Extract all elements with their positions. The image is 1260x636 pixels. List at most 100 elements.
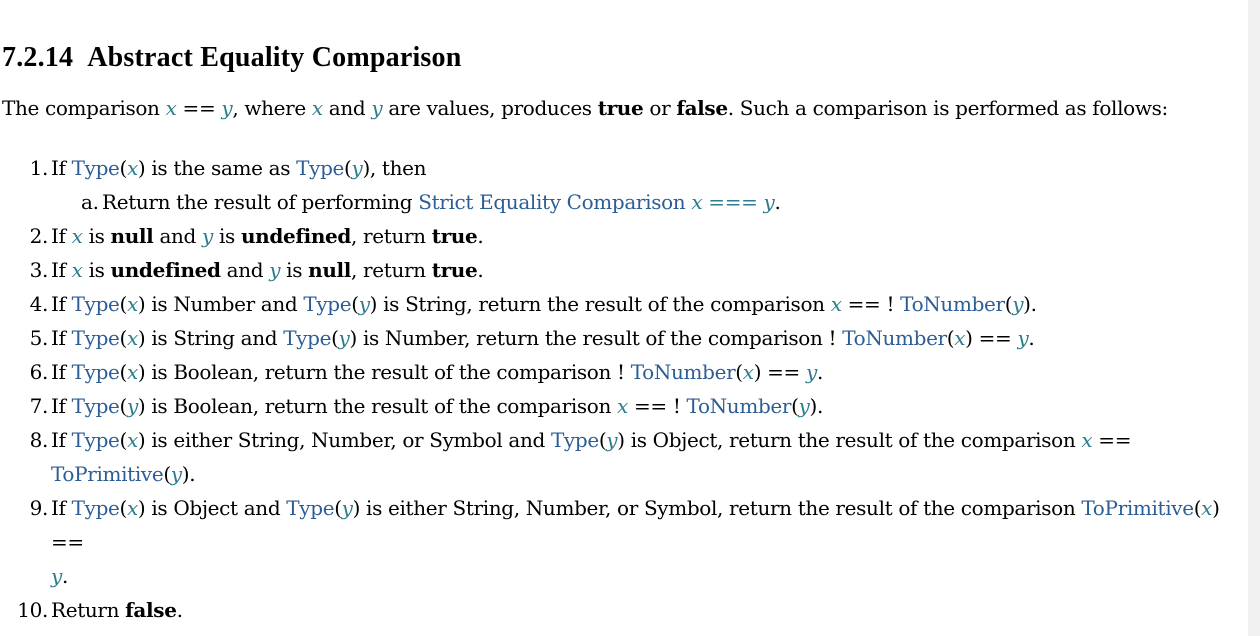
keyword-null: null: [110, 224, 154, 248]
step-text: is Number and: [145, 292, 304, 316]
toprimitive-link[interactable]: ToPrimitive: [1081, 496, 1194, 520]
step-text: is Boolean, return the result of the com…: [145, 360, 631, 384]
paren: (: [334, 496, 342, 520]
step-text: .: [61, 564, 68, 588]
var-x[interactable]: x: [1081, 428, 1092, 452]
tonumber-link[interactable]: ToNumber: [900, 292, 1005, 316]
step-text: is the same as: [145, 156, 297, 180]
step-text: , then: [369, 156, 427, 180]
var-x[interactable]: x: [72, 258, 83, 282]
paren: ): [965, 326, 973, 350]
strict-equality-link[interactable]: Strict Equality Comparison: [418, 190, 685, 214]
var-x[interactable]: x: [954, 326, 965, 350]
keyword-undefined: undefined: [240, 224, 352, 248]
step-number: 10.: [17, 598, 48, 622]
step-7: 7. If Type(y) is Boolean, return the resu…: [2, 389, 1232, 423]
step-text: .: [1028, 326, 1035, 350]
step-text: , return: [351, 224, 432, 248]
var-y[interactable]: y: [764, 190, 775, 214]
type-link[interactable]: Type: [296, 156, 344, 180]
step-5: 5. If Type(x) is String and Type(y) is Nu…: [2, 321, 1232, 355]
var-y[interactable]: y: [1017, 326, 1028, 350]
var-y[interactable]: y: [371, 96, 382, 120]
var-y[interactable]: y: [51, 564, 62, 588]
var-y[interactable]: y: [606, 428, 617, 452]
intro-text: or: [643, 96, 677, 120]
type-link[interactable]: Type: [72, 156, 120, 180]
var-y[interactable]: y: [359, 292, 370, 316]
paren: (: [791, 394, 799, 418]
step-text: .: [816, 394, 823, 418]
var-x[interactable]: x: [127, 496, 138, 520]
step-text: is String, return the result of the comp…: [377, 292, 831, 316]
keyword-true: true: [431, 224, 478, 248]
paren: ): [349, 326, 357, 350]
var-x[interactable]: x: [166, 96, 177, 120]
keyword-false: false: [676, 96, 728, 120]
var-x[interactable]: x: [127, 156, 138, 180]
var-y[interactable]: y: [221, 96, 232, 120]
var-x[interactable]: x: [312, 96, 323, 120]
operator: == !: [841, 292, 901, 316]
type-link[interactable]: Type: [303, 292, 351, 316]
step-text: is Object, return the result of the comp…: [624, 428, 1082, 452]
var-x[interactable]: x: [831, 292, 842, 316]
var-y[interactable]: y: [799, 394, 810, 418]
type-link[interactable]: Type: [72, 394, 120, 418]
var-y[interactable]: y: [171, 462, 182, 486]
var-x[interactable]: x: [127, 360, 138, 384]
step-text: is either String, Number, or Symbol, ret…: [360, 496, 1082, 520]
var-x[interactable]: x: [1201, 496, 1212, 520]
type-link[interactable]: Type: [72, 428, 120, 452]
var-x[interactable]: x: [743, 360, 754, 384]
intro-text: are values, produces: [382, 96, 598, 120]
operator: ==: [1092, 428, 1132, 452]
type-link[interactable]: Type: [72, 326, 120, 350]
toprimitive-link[interactable]: ToPrimitive: [51, 462, 164, 486]
tonumber-link[interactable]: ToNumber: [842, 326, 947, 350]
tonumber-link[interactable]: ToNumber: [687, 394, 792, 418]
step-number: 1.: [29, 156, 49, 180]
step-10: 10. Return false.: [2, 593, 1232, 627]
step-text: If: [51, 292, 72, 316]
type-link[interactable]: Type: [72, 360, 120, 384]
paren: ): [369, 292, 378, 316]
var-x[interactable]: x: [127, 428, 138, 452]
substeps: a. Return the result of performing Strict…: [51, 185, 1232, 219]
paren: (: [119, 326, 128, 350]
var-y[interactable]: y: [1012, 292, 1023, 316]
keyword-true: true: [431, 258, 478, 282]
type-link[interactable]: Type: [72, 496, 120, 520]
step-number: 6.: [29, 360, 49, 384]
var-y[interactable]: y: [269, 258, 280, 282]
step-text: is: [280, 258, 309, 282]
type-link[interactable]: Type: [72, 292, 120, 316]
var-x[interactable]: x: [127, 326, 138, 350]
type-link[interactable]: Type: [286, 496, 334, 520]
var-y[interactable]: y: [351, 156, 362, 180]
step-text: .: [1030, 292, 1037, 316]
step-text: is Number, return the result of the comp…: [356, 326, 843, 350]
paren: (: [735, 360, 743, 384]
operator: ==: [761, 360, 806, 384]
step-text: If: [51, 326, 72, 350]
paren: ): [617, 428, 625, 452]
var-y[interactable]: y: [806, 360, 817, 384]
intro-text: , where: [232, 96, 312, 120]
step-text: is: [82, 258, 111, 282]
var-y[interactable]: y: [342, 496, 353, 520]
paren: ): [362, 156, 370, 180]
var-y[interactable]: y: [202, 224, 213, 248]
paren: (: [163, 462, 171, 486]
tonumber-link[interactable]: ToNumber: [631, 360, 736, 384]
var-y[interactable]: y: [339, 326, 350, 350]
var-x[interactable]: x: [127, 292, 138, 316]
var-x[interactable]: x: [691, 190, 702, 214]
section-heading: 7.2.14 Abstract Equality Comparison: [2, 42, 462, 74]
keyword-false: false: [125, 598, 177, 622]
var-x[interactable]: x: [72, 224, 83, 248]
var-x[interactable]: x: [617, 394, 628, 418]
type-link[interactable]: Type: [551, 428, 599, 452]
var-y[interactable]: y: [127, 394, 138, 418]
type-link[interactable]: Type: [283, 326, 331, 350]
